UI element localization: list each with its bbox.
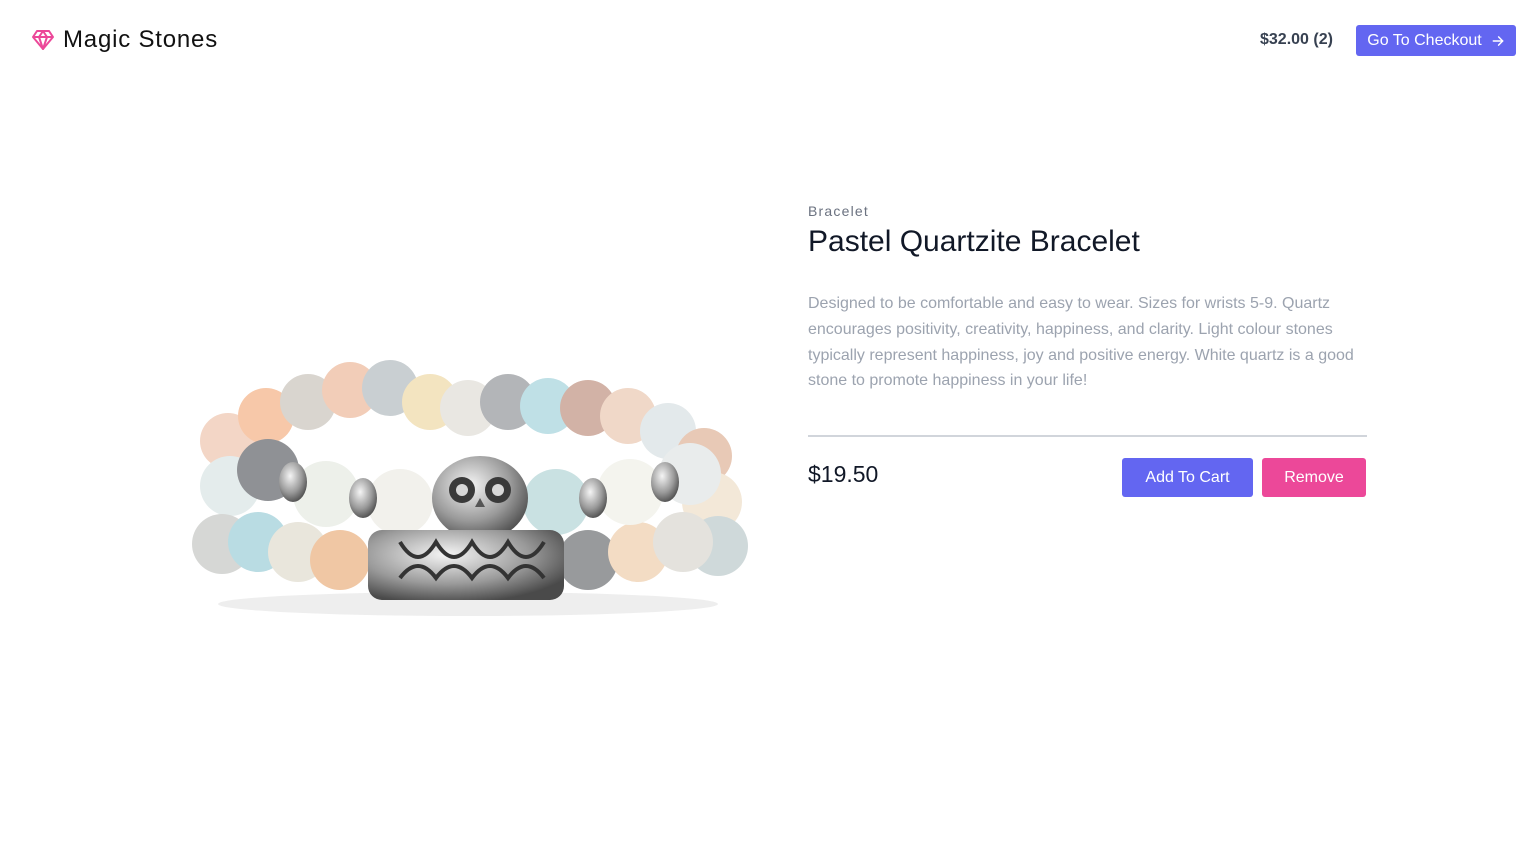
arrow-right-icon bbox=[1492, 35, 1504, 46]
product-price: $19.50 bbox=[808, 461, 879, 487]
brand-name: Magic Stones bbox=[63, 26, 219, 53]
cart-summary: $32.00 (2) bbox=[1260, 31, 1333, 48]
gem-icon bbox=[32, 30, 54, 50]
checkout-button[interactable]: Go To Checkout bbox=[1356, 25, 1516, 56]
product-details: Bracelet Pastel Quartzite Bracelet Desig… bbox=[808, 203, 1367, 497]
remove-button[interactable]: Remove bbox=[1262, 458, 1366, 497]
product-description: Designed to be comfortable and easy to w… bbox=[808, 295, 1354, 390]
brand[interactable]: Magic Stones bbox=[31, 26, 218, 54]
product-title: Pastel Quartzite Bracelet bbox=[808, 225, 1140, 258]
add-to-cart-button[interactable]: Add To Cart bbox=[1122, 458, 1253, 497]
product-image bbox=[192, 360, 748, 616]
divider bbox=[808, 435, 1367, 437]
product-category: Bracelet bbox=[808, 203, 869, 219]
checkout-label: Go To Checkout bbox=[1367, 31, 1482, 49]
site-header: Magic Stones $32.00 (2) Go To Checkout bbox=[0, 0, 1519, 82]
